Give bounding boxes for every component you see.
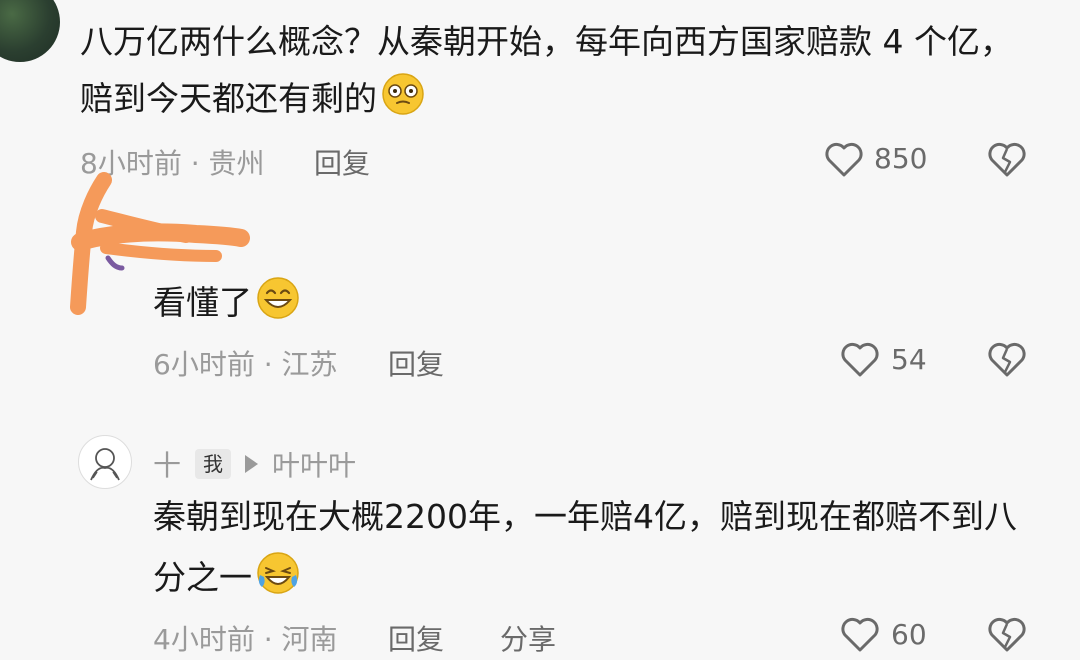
username[interactable]: 十 bbox=[153, 444, 181, 484]
comment-meta: 4小时前 · 河南 bbox=[153, 623, 338, 656]
share-button[interactable]: 分享 bbox=[500, 618, 556, 658]
comment-text-line-2-text: 分之一 bbox=[153, 558, 252, 597]
comment-text: 秦朝到现在大概2200年，一年赔4亿，赔到现在都赔不到八 分之一 bbox=[153, 493, 1017, 608]
like-count: 60 bbox=[891, 618, 927, 651]
comment-text: 八万亿两什么概念？从秦朝开始，每年向西方国家赔款 4 个亿， 赔到今天都还有剩的 bbox=[80, 18, 1013, 129]
broken-heart-icon[interactable] bbox=[985, 612, 1029, 656]
reply-to-username[interactable]: 叶叶叶 bbox=[272, 444, 356, 484]
avatar[interactable] bbox=[0, 0, 60, 62]
heart-icon[interactable] bbox=[838, 612, 882, 656]
like-count: 54 bbox=[891, 343, 927, 376]
reply-button[interactable]: 回复 bbox=[388, 343, 444, 383]
broken-heart-icon[interactable] bbox=[985, 337, 1029, 381]
comment-text-line-1: 八万亿两什么概念？从秦朝开始，每年向西方国家赔款 4 个亿， bbox=[80, 22, 1013, 61]
reply-button[interactable]: 回复 bbox=[314, 142, 370, 182]
laughing-tears-emoji bbox=[256, 551, 300, 608]
reply-arrow-icon bbox=[245, 455, 259, 473]
heart-icon[interactable] bbox=[838, 337, 882, 381]
comment-text: 看懂了 bbox=[153, 276, 300, 333]
reply-button[interactable]: 回复 bbox=[388, 618, 444, 658]
comment-text-line-1: 秦朝到现在大概2200年，一年赔4亿，赔到现在都赔不到八 bbox=[153, 497, 1017, 536]
comment-text-line-2-text: 赔到今天都还有剩的 bbox=[80, 79, 377, 118]
grin-emoji bbox=[256, 276, 300, 333]
comment-text-line-2: 赔到今天都还有剩的 bbox=[80, 72, 1013, 129]
comment-meta: 6小时前 · 江苏 bbox=[153, 348, 338, 381]
comment-text-content: 看懂了 bbox=[153, 283, 252, 322]
dizzy-face-emoji bbox=[381, 72, 425, 129]
self-badge: 我 bbox=[195, 449, 232, 479]
like-count: 850 bbox=[874, 142, 928, 175]
comment-text-line-2: 分之一 bbox=[153, 551, 1017, 608]
heart-icon[interactable] bbox=[822, 137, 866, 181]
broken-heart-icon[interactable] bbox=[985, 137, 1029, 181]
avatar[interactable] bbox=[78, 435, 132, 489]
comment-header: 十 我 叶叶叶 bbox=[153, 444, 356, 484]
